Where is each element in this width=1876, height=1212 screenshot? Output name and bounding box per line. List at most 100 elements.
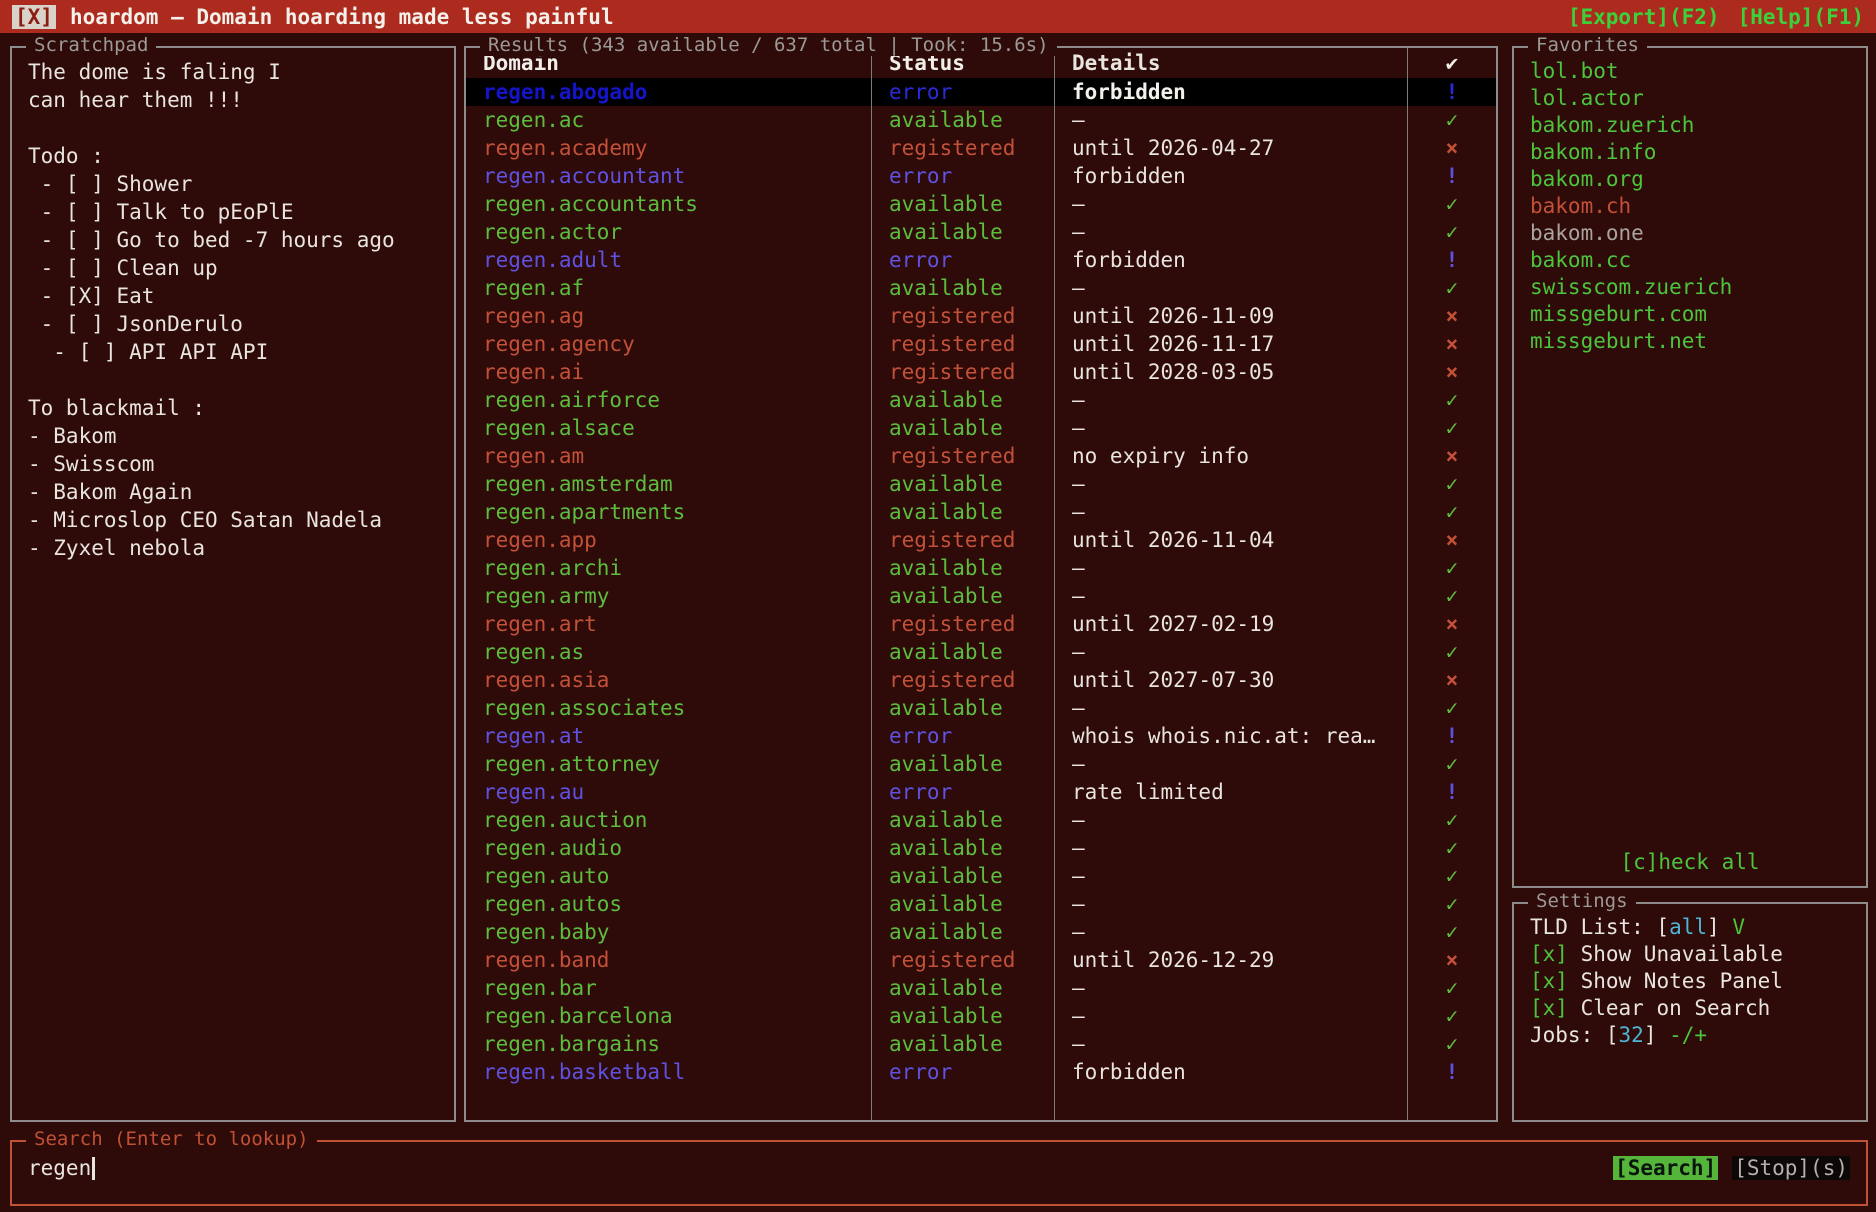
jobs-decrement-increment-buttons[interactable]: -/+ — [1669, 1023, 1707, 1047]
cell-status-mark-icon: ✓ — [1407, 1002, 1496, 1030]
favorite-item[interactable]: bakom.info — [1530, 139, 1850, 166]
table-row[interactable]: regen.ag registered until 2026-11-09 × — [466, 302, 1496, 330]
cell-details: no expiry info — [1054, 442, 1407, 470]
table-row[interactable]: regen.attorney available – ✓ — [466, 750, 1496, 778]
export-button[interactable]: [Export](F2) — [1568, 5, 1720, 29]
cell-domain: regen.bar — [466, 974, 871, 1002]
table-row[interactable]: regen.af available – ✓ — [466, 274, 1496, 302]
cell-status: registered — [871, 330, 1054, 358]
cell-details: forbidden — [1054, 78, 1407, 106]
favorite-item[interactable]: bakom.org — [1530, 166, 1850, 193]
table-row[interactable]: regen.autos available – ✓ — [466, 890, 1496, 918]
search-button[interactable]: [Search] — [1613, 1156, 1718, 1180]
scratchpad-line: - [ ] Go to bed -7 hours ago — [28, 226, 438, 254]
stop-button[interactable]: [Stop](s) — [1732, 1156, 1850, 1180]
scratchpad-textarea[interactable]: The dome is faling Ican hear them !!!Tod… — [12, 48, 454, 572]
table-row[interactable]: regen.auto available – ✓ — [466, 862, 1496, 890]
cell-status-mark-icon: ✓ — [1407, 218, 1496, 246]
tld-dropdown-arrow-icon[interactable]: V — [1732, 915, 1745, 939]
table-row[interactable]: regen.accountant error forbidden ! — [466, 162, 1496, 190]
table-row[interactable]: regen.airforce available – ✓ — [466, 386, 1496, 414]
table-row[interactable]: regen.baby available – ✓ — [466, 918, 1496, 946]
check-all-button[interactable]: [c]heck all — [1514, 850, 1866, 874]
scratchpad-line: The dome is faling I — [28, 58, 438, 86]
cell-domain: regen.asia — [466, 666, 871, 694]
cell-status: registered — [871, 946, 1054, 974]
cell-status-mark-icon: × — [1407, 666, 1496, 694]
table-row[interactable]: regen.academy registered until 2026-04-2… — [466, 134, 1496, 162]
table-row[interactable]: regen.auction available – ✓ — [466, 806, 1496, 834]
table-row[interactable]: regen.abogado error forbidden ! — [466, 78, 1496, 106]
table-row[interactable]: regen.army available – ✓ — [466, 582, 1496, 610]
cell-domain: regen.actor — [466, 218, 871, 246]
table-row[interactable]: regen.asia registered until 2027-07-30 × — [466, 666, 1496, 694]
search-input[interactable]: regen — [28, 1156, 95, 1180]
table-row[interactable]: regen.accountants available – ✓ — [466, 190, 1496, 218]
favorite-item[interactable]: missgeburt.net — [1530, 328, 1850, 355]
cell-status: available — [871, 638, 1054, 666]
cell-status-mark-icon: ✓ — [1407, 1030, 1496, 1058]
cell-status-mark-icon: ✓ — [1407, 638, 1496, 666]
table-row[interactable]: regen.alsace available – ✓ — [466, 414, 1496, 442]
favorite-item[interactable]: lol.actor — [1530, 85, 1850, 112]
table-row[interactable]: regen.at error whois whois.nic.at: rea… … — [466, 722, 1496, 750]
table-row[interactable]: regen.actor available – ✓ — [466, 218, 1496, 246]
cell-status: registered — [871, 358, 1054, 386]
table-row[interactable]: regen.archi available – ✓ — [466, 554, 1496, 582]
table-row[interactable]: regen.audio available – ✓ — [466, 834, 1496, 862]
tld-list-bracket: ] — [1707, 915, 1732, 939]
cell-status-mark-icon: ! — [1407, 722, 1496, 750]
table-row[interactable]: regen.ac available – ✓ — [466, 106, 1496, 134]
table-row[interactable]: regen.basketball error forbidden ! — [466, 1058, 1496, 1086]
table-row[interactable]: regen.associates available – ✓ — [466, 694, 1496, 722]
table-row[interactable]: regen.ai registered until 2028-03-05 × — [466, 358, 1496, 386]
table-row[interactable]: regen.as available – ✓ — [466, 638, 1496, 666]
table-row[interactable]: regen.art registered until 2027-02-19 × — [466, 610, 1496, 638]
close-button[interactable]: [X] — [12, 5, 56, 29]
favorite-item[interactable]: missgeburt.com — [1530, 301, 1850, 328]
settings-checkbox[interactable]: [x] Show Notes Panel — [1530, 968, 1850, 995]
scratchpad-title: Scratchpad — [26, 34, 156, 56]
favorite-item[interactable]: lol.bot — [1530, 58, 1850, 85]
settings-checkbox[interactable]: [x] Clear on Search — [1530, 995, 1850, 1022]
cell-status-mark-icon: ! — [1407, 246, 1496, 274]
cell-domain: regen.amsterdam — [466, 470, 871, 498]
scratchpad-line: - Zyxel nebola — [28, 534, 438, 562]
favorite-item[interactable]: swisscom.zuerich — [1530, 274, 1850, 301]
table-row[interactable]: regen.agency registered until 2026-11-17… — [466, 330, 1496, 358]
cell-status-mark-icon: × — [1407, 610, 1496, 638]
cell-status: available — [871, 582, 1054, 610]
cell-domain: regen.app — [466, 526, 871, 554]
search-input-value: regen — [28, 1156, 91, 1180]
cell-details: until 2026-11-04 — [1054, 526, 1407, 554]
checkbox-icon: [x] — [1530, 969, 1568, 993]
cell-status: error — [871, 1058, 1054, 1086]
table-row[interactable]: regen.am registered no expiry info × — [466, 442, 1496, 470]
titlebar: [X] hoardom — Domain hoarding made less … — [0, 0, 1876, 33]
favorite-item[interactable]: bakom.zuerich — [1530, 112, 1850, 139]
cell-domain: regen.basketball — [466, 1058, 871, 1086]
cell-details: – — [1054, 498, 1407, 526]
cell-details: rate limited — [1054, 778, 1407, 806]
table-row[interactable]: regen.apartments available – ✓ — [466, 498, 1496, 526]
help-button[interactable]: [Help](F1) — [1738, 5, 1864, 29]
tld-list-value: all — [1669, 915, 1707, 939]
table-row[interactable]: regen.band registered until 2026-12-29 × — [466, 946, 1496, 974]
table-row[interactable]: regen.amsterdam available – ✓ — [466, 470, 1496, 498]
cell-status: available — [871, 918, 1054, 946]
settings-checkbox[interactable]: [x] Show Unavailable — [1530, 941, 1850, 968]
table-row[interactable]: regen.bar available – ✓ — [466, 974, 1496, 1002]
table-row[interactable]: regen.au error rate limited ! — [466, 778, 1496, 806]
favorite-item[interactable]: bakom.ch — [1530, 193, 1850, 220]
cell-details: until 2027-07-30 — [1054, 666, 1407, 694]
cell-details: – — [1054, 694, 1407, 722]
checkbox-label: Clear on Search — [1568, 996, 1770, 1020]
favorite-item[interactable]: bakom.one — [1530, 220, 1850, 247]
tld-list-select[interactable]: TLD List: [all] V — [1530, 914, 1850, 941]
table-row[interactable]: regen.adult error forbidden ! — [466, 246, 1496, 274]
favorite-item[interactable]: bakom.cc — [1530, 247, 1850, 274]
cell-details: – — [1054, 554, 1407, 582]
table-row[interactable]: regen.barcelona available – ✓ — [466, 1002, 1496, 1030]
table-row[interactable]: regen.app registered until 2026-11-04 × — [466, 526, 1496, 554]
table-row[interactable]: regen.bargains available – ✓ — [466, 1030, 1496, 1058]
